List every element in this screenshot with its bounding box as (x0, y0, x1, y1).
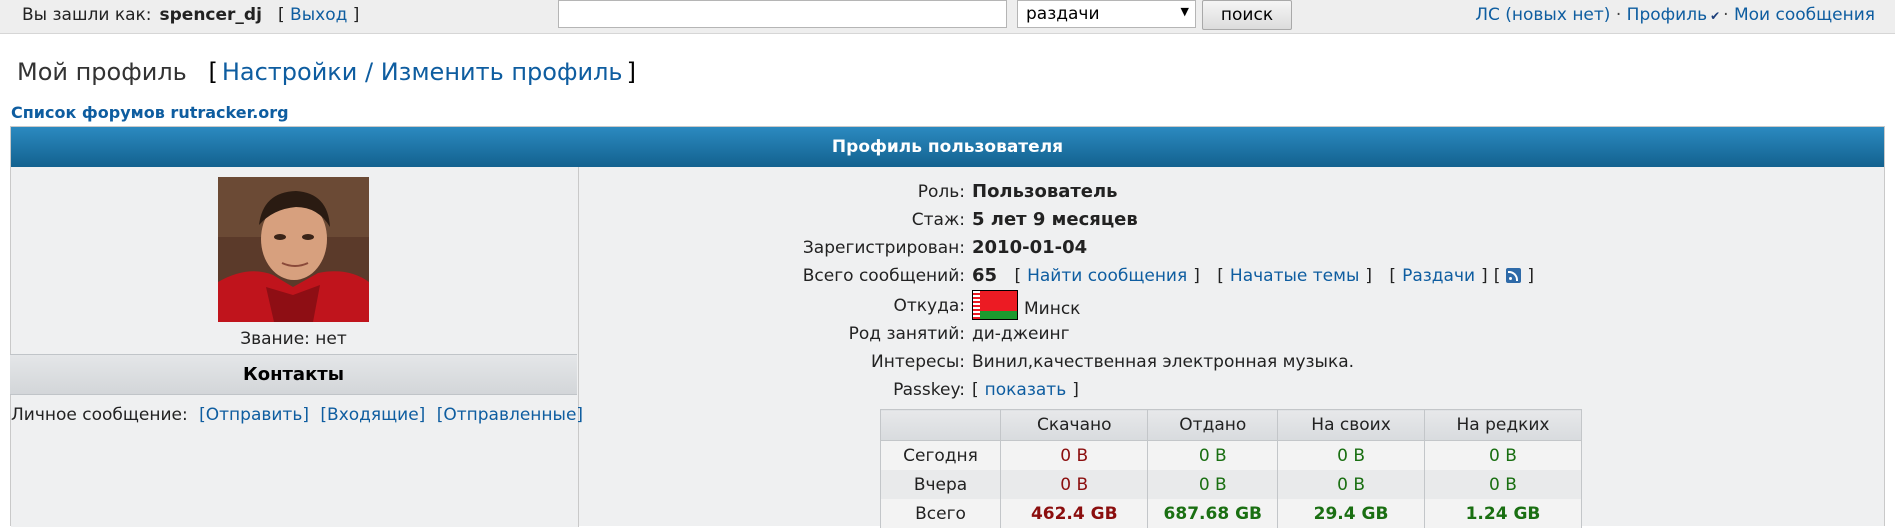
stats-header-rare: На редких (1423, 409, 1583, 441)
settings-link[interactable]: Настройки / Изменить профиль (222, 58, 623, 86)
pm-link[interactable]: ЛС (новых нет) (1475, 5, 1610, 25)
contacts-header: Контакты (10, 354, 577, 395)
stats-row-total: Всего 462.4 GB 687.68 GB 29.4 GB 1.24 GB (879, 499, 1583, 528)
stats-header-corner (879, 409, 1002, 441)
stats-row-label: Вчера (879, 470, 1002, 499)
login-status: Вы зашли как: spencer_dj (22, 5, 262, 25)
stats-cell: 0 B (1147, 470, 1279, 499)
pm-contact-row: Личное сообщение: [Отправить] [Входящие]… (11, 405, 583, 425)
interests-label: Интересы: (871, 352, 965, 372)
pm-sent-link[interactable]: [Отправленные] (437, 405, 583, 425)
interests-value: Винил,качественная электронная музыка. (972, 352, 1355, 372)
profile-link[interactable]: Профиль (1627, 5, 1707, 25)
logout-link[interactable]: Выход (290, 5, 347, 25)
tenure-label: Стаж: (911, 210, 965, 230)
search-button[interactable]: поиск (1202, 0, 1292, 30)
from-row: Минск (972, 290, 1080, 320)
rss-icon[interactable] (1506, 268, 1522, 283)
find-posts-link[interactable]: Найти сообщения (1027, 266, 1187, 286)
login-prefix: Вы зашли как: (22, 5, 152, 25)
from-label: Откуда: (893, 296, 965, 316)
avatar (218, 177, 369, 322)
stats-row-label: Всего (879, 499, 1002, 528)
passkey-show-link[interactable]: показать (985, 380, 1067, 400)
logout-wrapper: [ Выход ] (278, 5, 360, 25)
stats-row-yesterday: Вчера 0 B 0 B 0 B 0 B (879, 470, 1583, 499)
stats-cell: 1.24 GB (1423, 499, 1583, 528)
profile-menu-icon[interactable]: ✔ (1710, 9, 1720, 23)
profile-panel-title: Профиль пользователя (11, 127, 1884, 167)
stats-cell: 29.4 GB (1277, 499, 1425, 528)
stats-row-today: Сегодня 0 B 0 B 0 B 0 B (879, 440, 1583, 470)
stats-cell: 687.68 GB (1147, 499, 1279, 528)
search-input[interactable] (558, 0, 1007, 28)
stats-cell: 0 B (1000, 440, 1149, 470)
stats-row-label: Сегодня (879, 440, 1002, 470)
from-value: Минск (1024, 299, 1081, 319)
user-menu: ЛС (новых нет) · Профиль ✔ · Мои сообщения (1475, 5, 1875, 25)
top-bar: Вы зашли как: spencer_dj [ Выход ] раздач… (0, 0, 1895, 34)
role-value: Пользователь (972, 181, 1118, 202)
traffic-stats-table: Скачано Отдано На своих На редких Сегодн… (879, 409, 1583, 528)
role-label: Роль: (917, 182, 965, 202)
stats-cell: 0 B (1423, 440, 1583, 470)
posts-label: Всего сообщений: (802, 266, 965, 286)
releases-link[interactable]: Раздачи (1402, 266, 1475, 286)
registered-value: 2010-01-04 (972, 237, 1088, 258)
pm-label: Личное сообщение: (11, 405, 188, 425)
chevron-down-icon: ▼ (1180, 5, 1189, 18)
belarus-flag-icon (972, 290, 1018, 320)
stats-header-row: Скачано Отдано На своих На редких (879, 409, 1583, 441)
registered-label: Зарегистрирован: (802, 238, 965, 258)
forum-index-link[interactable]: Список форумов rutracker.org (11, 103, 289, 122)
stats-cell: 0 B (1000, 470, 1149, 499)
search-scope-select[interactable]: раздачи ▼ (1017, 0, 1196, 28)
occupation-label: Род занятий: (848, 324, 965, 344)
tenure-value: 5 лет 9 месяцев (972, 209, 1138, 230)
occupation-value: ди-джеинг (972, 324, 1070, 344)
stats-cell: 0 B (1277, 470, 1425, 499)
posts-count: 65 (972, 265, 998, 286)
posts-row: 65 [Найти сообщения] [Начатые темы] [Раз… (972, 265, 1534, 286)
search-scope-value: раздачи (1026, 4, 1100, 24)
user-rank: Звание: нет (240, 329, 347, 349)
stats-header-downloaded: Скачано (1000, 409, 1149, 441)
stats-cell: 462.4 GB (1000, 499, 1149, 528)
passkey-row: [показать] (972, 380, 1079, 400)
stats-cell: 0 B (1277, 440, 1425, 470)
page-title-text: Мой профиль (17, 58, 187, 86)
passkey-label: Passkey: (893, 380, 965, 400)
pm-send-link[interactable]: [Отправить] (199, 405, 309, 425)
stats-cell: 0 B (1423, 470, 1583, 499)
page-title: Мой профиль [Настройки / Изменить профил… (17, 58, 636, 86)
my-posts-link[interactable]: Мои сообщения (1734, 5, 1875, 25)
stats-header-own: На своих (1277, 409, 1425, 441)
stats-cell: 0 B (1147, 440, 1279, 470)
pm-inbox-link[interactable]: [Входящие] (320, 405, 425, 425)
username: spencer_dj (159, 5, 262, 25)
stats-header-uploaded: Отдано (1147, 409, 1279, 441)
started-topics-link[interactable]: Начатые темы (1230, 266, 1359, 286)
